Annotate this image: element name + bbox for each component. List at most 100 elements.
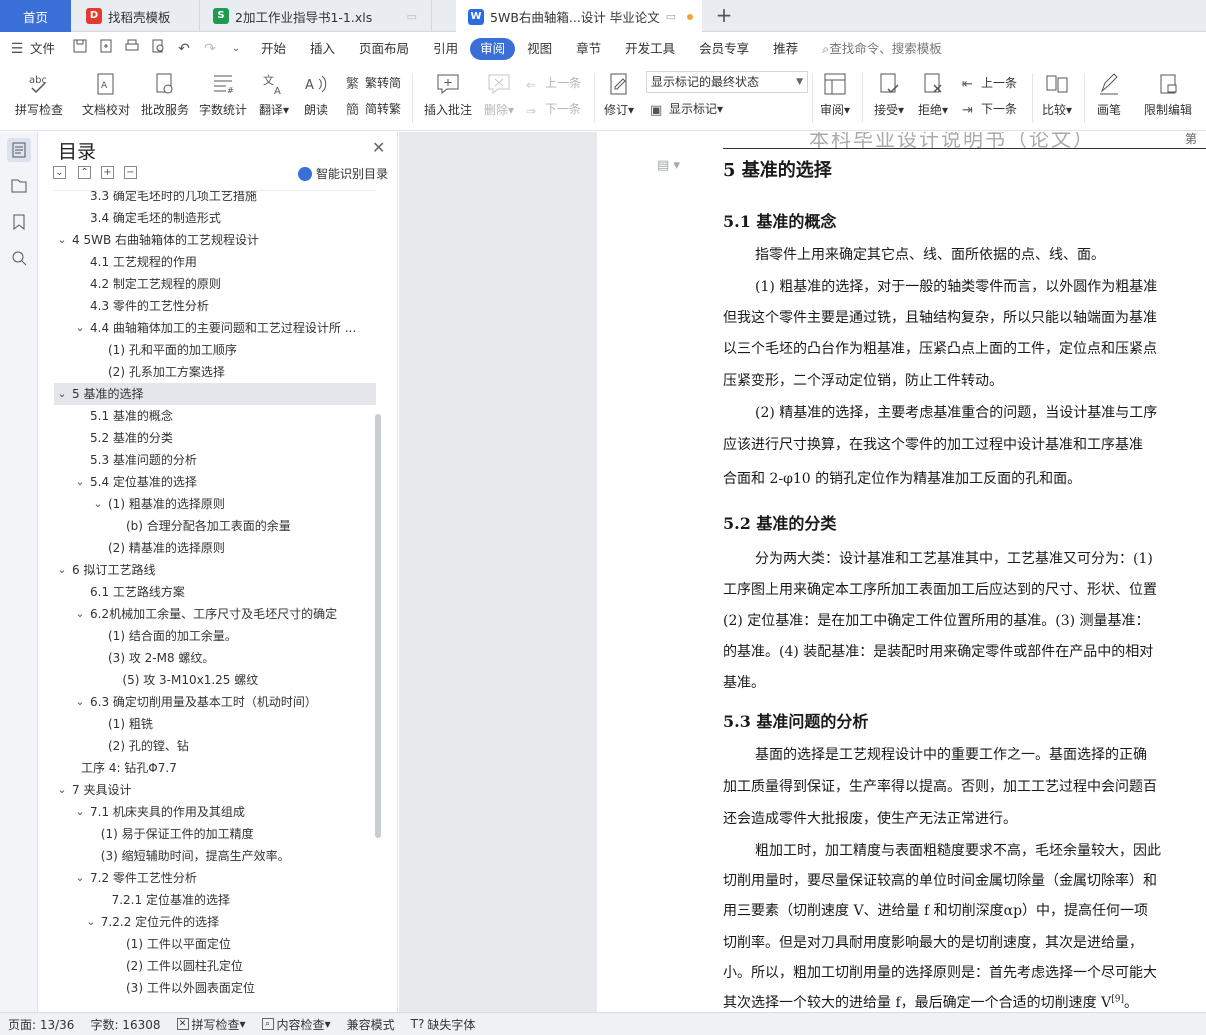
chevron-down-icon[interactable]: ⌄	[74, 867, 86, 889]
paragraph-tool-icon[interactable]: ▤ ▾	[657, 158, 680, 173]
toc-item[interactable]: (1) 结合面的加工余量。	[54, 625, 376, 647]
toc-item[interactable]: 3.4 确定毛坯的制造形式	[54, 207, 376, 229]
toc-item[interactable]: (b) 合理分配各加工表面的余量	[54, 515, 376, 537]
redo-icon[interactable]: ↷	[197, 38, 223, 60]
spell-check-status[interactable]: ✕ 拼写检查 ▾	[169, 1016, 254, 1033]
document-page[interactable]: 本科毕业设计说明书（论文） 第 5 基准的选择 5.1 基准的概念 指零件上用来…	[597, 132, 1206, 1012]
prev-comment-button[interactable]: ⇐ 上一条	[526, 73, 581, 93]
next-comment-button[interactable]: ⇒ 下一条	[526, 99, 581, 119]
toc-item[interactable]: (5) 攻 3-M10x1.25 螺纹	[54, 669, 376, 691]
track-changes-button[interactable]: 修订▾	[600, 69, 638, 127]
accept-button[interactable]: 接受▾	[870, 69, 908, 127]
print-icon[interactable]	[119, 38, 145, 60]
restrict-edit-button[interactable]: 限制编辑	[1138, 69, 1198, 127]
toc-pane-icon[interactable]	[7, 138, 31, 162]
toc-item[interactable]: ⌄ 7.2.2 定位元件的选择	[54, 911, 376, 933]
toc-item[interactable]: ⌄ 6.2机械加工余量、工序尺寸及毛坯尺寸的确定	[54, 603, 376, 625]
tab-home[interactable]: 首页	[0, 0, 71, 32]
batch-service-button[interactable]: 批改服务	[138, 69, 192, 127]
toc-item[interactable]: ⌄ 4 5WB 右曲轴箱体的工艺规程设计	[54, 229, 376, 251]
trad-to-simp-button[interactable]: 繁繁转简	[346, 73, 401, 93]
toc-item[interactable]: (2) 孔系加工方案选择	[54, 361, 376, 383]
toc-item[interactable]: (3) 工件以外圆表面定位	[54, 977, 376, 999]
chapter-pane-icon[interactable]	[7, 174, 31, 198]
missing-font-status[interactable]: T? 缺失字体	[403, 1016, 484, 1033]
tab-document[interactable]: W 5WB右曲轴箱...设计 毕业论文 ▭	[456, 0, 702, 33]
toc-item[interactable]: 6.1 工艺路线方案	[54, 581, 376, 603]
smart-toc-button[interactable]: 智能识别目录	[298, 165, 388, 182]
compare-button[interactable]: 比较▾	[1038, 69, 1076, 127]
pen-button[interactable]: 画笔	[1090, 69, 1128, 127]
toc-item[interactable]: 3.3 确定毛坯时的几项工艺措施	[54, 191, 376, 207]
doc-proof-button[interactable]: A 文档校对	[78, 69, 134, 127]
tab-spreadsheet[interactable]: S 2加工作业指导书1-1.xls ▭	[201, 0, 432, 32]
chevron-down-icon[interactable]: ⌄	[85, 911, 97, 933]
hamburger-menu-icon[interactable]: ☰	[4, 38, 30, 60]
menu-review[interactable]: 审阅	[470, 38, 516, 60]
show-markup-button[interactable]: ▣ 显示标记 ▾	[650, 99, 723, 119]
toc-item[interactable]: ⌄ 6.3 确定切削用量及基本工时（机动时间）	[54, 691, 376, 713]
chevron-down-icon[interactable]: ⌄	[74, 471, 86, 493]
monitor-icon[interactable]: ▭	[666, 10, 676, 23]
toc-item[interactable]: ⌄ 7.2 零件工艺性分析	[54, 867, 376, 889]
toc-scrollbar[interactable]	[375, 414, 381, 838]
toc-item[interactable]: (3) 缩短辅助时间，提高生产效率。	[54, 845, 376, 867]
menu-recommend[interactable]: 推荐	[761, 38, 810, 60]
toc-item[interactable]: (1) 易于保证工件的加工精度	[54, 823, 376, 845]
content-check-status[interactable]: ⌕ 内容检查 ▾	[254, 1016, 339, 1033]
menu-file[interactable]: 文件	[30, 38, 67, 60]
expand-all-icon[interactable]: +	[101, 166, 114, 179]
chevron-down-icon[interactable]: ⌄	[74, 691, 86, 713]
menu-membership[interactable]: 会员专享	[687, 38, 761, 60]
translate-button[interactable]: 文A 翻译▾	[254, 69, 294, 127]
tab-template[interactable]: D 找稻壳模板	[72, 0, 200, 32]
menu-view[interactable]: 视图	[515, 38, 564, 60]
new-tab-button[interactable]: +	[712, 4, 736, 28]
read-aloud-button[interactable]: A 朗读	[298, 69, 334, 127]
toc-item[interactable]: ⌄ (1) 粗基准的选择原则	[54, 493, 376, 515]
spell-check-button[interactable]: abc 拼写检查	[8, 69, 70, 127]
insert-comment-button[interactable]: 插入批注	[420, 69, 476, 127]
close-icon[interactable]: ✕	[372, 138, 385, 157]
toc-item[interactable]: ⌄ 4.4 曲轴箱体加工的主要问题和工艺过程设计所 ...	[54, 317, 376, 339]
command-search[interactable]: ⌕查找命令、搜索模板	[810, 38, 954, 60]
toc-item[interactable]: (1) 孔和平面的加工顺序	[54, 339, 376, 361]
toc-item[interactable]: 4.2 制定工艺规程的原则	[54, 273, 376, 295]
toc-item[interactable]: (1) 工件以平面定位	[54, 933, 376, 955]
chevron-down-icon[interactable]: ⌄	[56, 779, 68, 801]
bookmark-icon[interactable]	[7, 210, 31, 234]
toc-item[interactable]: ⌄ 5 基准的选择	[54, 383, 376, 405]
page-count[interactable]: 页面: 13/36	[0, 1016, 82, 1033]
chevron-down-icon[interactable]: ⌄	[56, 383, 68, 405]
toc-item[interactable]: 5.3 基准问题的分析	[54, 449, 376, 471]
collapse-level-icon[interactable]: ⌄	[53, 166, 66, 179]
toc-item[interactable]: (2) 精基准的选择原则	[54, 537, 376, 559]
toc-item[interactable]: ⌄ 6 拟订工艺路线	[54, 559, 376, 581]
chevron-down-icon[interactable]: ⌄	[74, 801, 86, 823]
delete-comment-button[interactable]: 删除▾	[480, 69, 518, 127]
export-pdf-icon[interactable]	[93, 38, 119, 60]
chevron-down-icon[interactable]: ⌄	[56, 559, 68, 581]
toc-item[interactable]: 4.3 零件的工艺性分析	[54, 295, 376, 317]
simp-to-trad-button[interactable]: 簡简转繁	[346, 99, 401, 119]
prev-change-button[interactable]: ⇤ 上一条	[962, 73, 1017, 93]
menu-section[interactable]: 章节	[564, 38, 613, 60]
toc-item[interactable]: 工序 4: 钻孔Φ7.7	[54, 757, 376, 779]
word-count-button[interactable]: # 字数统计	[196, 69, 250, 127]
customize-chevron-icon[interactable]: ⌄	[223, 38, 249, 60]
monitor-icon[interactable]: ▭	[407, 10, 417, 23]
markup-display-select[interactable]: 显示标记的最终状态 ▼	[646, 71, 808, 93]
save-icon[interactable]	[67, 38, 93, 60]
toc-item[interactable]: 5.1 基准的概念	[54, 405, 376, 427]
chevron-down-icon[interactable]: ⌄	[74, 317, 86, 339]
toc-item[interactable]: ⌄ 7 夹具设计	[54, 779, 376, 801]
menu-developer[interactable]: 开发工具	[613, 38, 687, 60]
menu-page-layout[interactable]: 页面布局	[347, 38, 421, 60]
collapse-all-icon[interactable]: −	[124, 166, 137, 179]
toc-item[interactable]: ⌄ 5.4 定位基准的选择	[54, 471, 376, 493]
next-change-button[interactable]: ⇥ 下一条	[962, 99, 1017, 119]
toc-item[interactable]: 4.1 工艺规程的作用	[54, 251, 376, 273]
menu-references[interactable]: 引用	[421, 38, 470, 60]
chevron-down-icon[interactable]: ⌄	[56, 229, 68, 251]
menu-insert[interactable]: 插入	[298, 38, 347, 60]
